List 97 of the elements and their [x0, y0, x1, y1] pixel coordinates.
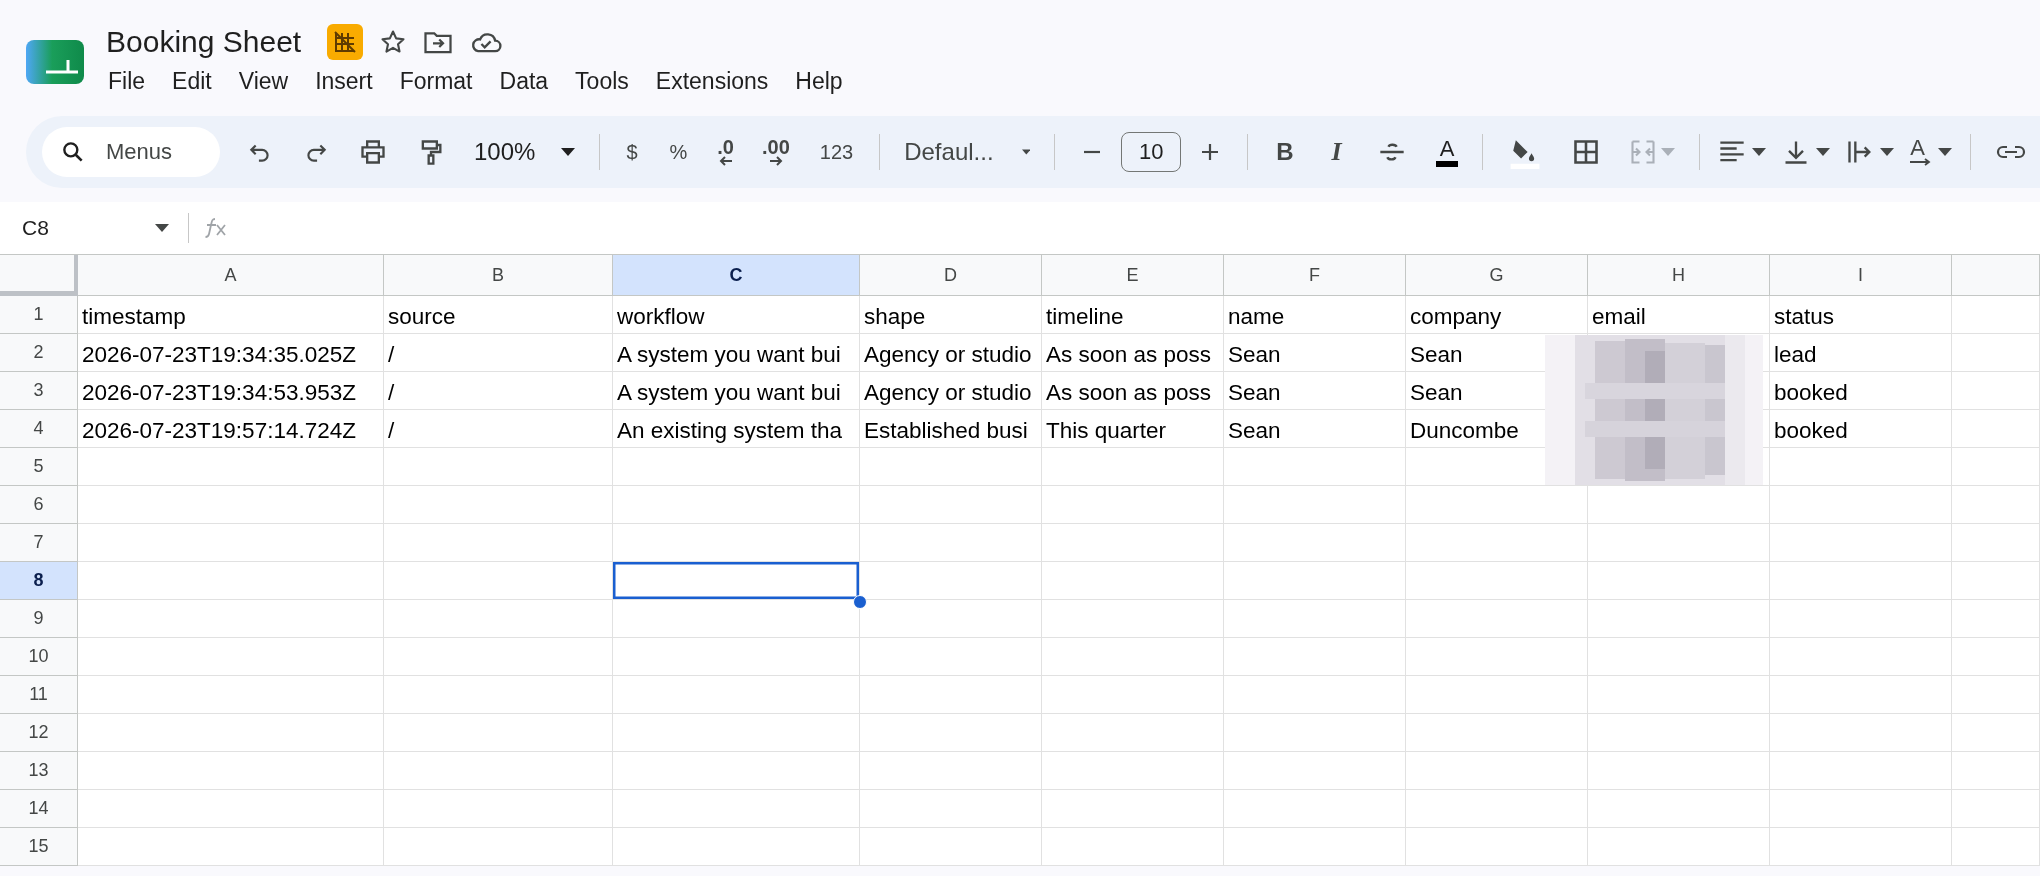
- table-cell: /: [384, 410, 613, 448]
- menu-item[interactable]: Extensions: [655, 68, 769, 95]
- row-header[interactable]: 13: [0, 752, 78, 790]
- table-cell: email: [1588, 296, 1770, 334]
- document-title[interactable]: Booking Sheet: [106, 25, 302, 59]
- table-cell: A system you want bui: [613, 372, 860, 410]
- caret-icon: [561, 148, 576, 156]
- table-cell: timeline: [1042, 296, 1224, 334]
- borders-icon[interactable]: [1572, 138, 1601, 166]
- fill-handle[interactable]: [853, 595, 867, 609]
- row-header[interactable]: 5: [0, 448, 78, 486]
- arrow-icon: [1910, 158, 1933, 166]
- caret-icon: [1752, 148, 1767, 156]
- merge-icon: [1629, 139, 1658, 165]
- table-cell: A system you want bui: [613, 334, 860, 372]
- table-cell: Established busi: [860, 410, 1042, 448]
- table-cell: 2026-07-23T19:34:53.953Z: [78, 372, 384, 410]
- caret-icon: [1021, 148, 1031, 156]
- column-header[interactable]: B: [384, 255, 613, 296]
- table-cell: /: [384, 334, 613, 372]
- caret-icon: [1661, 148, 1676, 156]
- row-header[interactable]: 11: [0, 676, 78, 714]
- font-size-field[interactable]: 10: [1121, 132, 1182, 172]
- caret-icon: [1816, 148, 1831, 156]
- table-cell: Sean: [1224, 372, 1406, 410]
- column-header[interactable]: H: [1588, 255, 1770, 296]
- table-cell: Sean: [1224, 410, 1406, 448]
- row-header[interactable]: 8: [0, 562, 78, 600]
- row-header[interactable]: 6: [0, 486, 78, 524]
- font-dropdown[interactable]: Defaul...: [892, 130, 1043, 174]
- function-icon: [203, 216, 229, 240]
- table-cell: An existing system tha: [613, 410, 860, 448]
- table-cell: lead: [1770, 334, 1952, 372]
- table-cell: Agency or studio: [860, 372, 1042, 410]
- column-header[interactable]: C: [613, 255, 860, 296]
- table-cell: As soon as poss: [1042, 334, 1224, 372]
- decrease-decimals-button[interactable]: .0: [705, 130, 746, 174]
- row-header[interactable]: 2: [0, 334, 78, 372]
- menu-item[interactable]: View: [238, 68, 289, 95]
- caret-icon: [1938, 148, 1953, 156]
- column-header[interactable]: F: [1224, 255, 1406, 296]
- row-header[interactable]: 3: [0, 372, 78, 410]
- menu-item[interactable]: Edit: [172, 68, 212, 95]
- text-color-button[interactable]: A: [1435, 137, 1459, 167]
- arrow-icon: [768, 156, 783, 166]
- table-cell: /: [384, 372, 613, 410]
- table-cell: company: [1406, 296, 1588, 334]
- column-header[interactable]: I: [1770, 255, 1952, 296]
- menu-item[interactable]: Insert: [315, 68, 373, 95]
- increase-decimals-button[interactable]: .00: [750, 130, 802, 174]
- italic-button[interactable]: I: [1313, 130, 1360, 174]
- column-header[interactable]: E: [1042, 255, 1224, 296]
- table-cell: name: [1224, 296, 1406, 334]
- row-header[interactable]: 12: [0, 714, 78, 752]
- table-cell: This quarter: [1042, 410, 1224, 448]
- row-header[interactable]: 1: [0, 296, 78, 334]
- table-cell: Sean: [1224, 334, 1406, 372]
- table-cell: As soon as poss: [1042, 372, 1224, 410]
- table-cell: timestamp: [78, 296, 384, 334]
- selected-cell[interactable]: [613, 562, 860, 600]
- row-header[interactable]: 4: [0, 410, 78, 448]
- table-cell: workflow: [613, 296, 860, 334]
- row-header[interactable]: 14: [0, 790, 78, 828]
- menu-item[interactable]: File: [108, 68, 146, 95]
- row-header[interactable]: 7: [0, 524, 78, 562]
- currency-format-button[interactable]: $: [612, 130, 652, 174]
- text-rotation-dropdown[interactable]: A: [1904, 130, 1959, 174]
- table-cell: source: [384, 296, 613, 334]
- caret-icon[interactable]: [155, 224, 169, 232]
- table-cell: booked: [1770, 372, 1952, 410]
- table-cell: shape: [860, 296, 1042, 334]
- row-header[interactable]: 15: [0, 828, 78, 866]
- menu-item[interactable]: Format: [399, 68, 473, 95]
- table-cell: 2026-07-23T19:34:35.025Z: [78, 334, 384, 372]
- bold-button[interactable]: B: [1260, 130, 1310, 174]
- cell-reference-field[interactable]: C8: [22, 216, 142, 240]
- percent-format-button[interactable]: %: [655, 130, 702, 174]
- no-grid-badge-icon[interactable]: [327, 24, 364, 60]
- table-cell: 2026-07-23T19:57:14.724Z: [78, 410, 384, 448]
- zoom-dropdown[interactable]: 100%: [462, 130, 588, 174]
- row-header[interactable]: 9: [0, 600, 78, 638]
- print-icon[interactable]: [359, 138, 387, 166]
- table-cell: booked: [1770, 410, 1952, 448]
- more-formats-button[interactable]: 123: [805, 130, 868, 174]
- table-cell: Agency or studio: [860, 334, 1042, 372]
- column-header[interactable]: A: [78, 255, 384, 296]
- menu-item[interactable]: Data: [499, 68, 549, 95]
- menu-item[interactable]: Help: [795, 68, 843, 95]
- row-header[interactable]: 10: [0, 638, 78, 676]
- menu-item[interactable]: Tools: [575, 68, 629, 95]
- caret-icon: [1880, 148, 1895, 156]
- menus-search-field[interactable]: Menus: [42, 127, 220, 177]
- table-cell: status: [1770, 296, 1952, 334]
- column-header[interactable]: D: [860, 255, 1042, 296]
- spreadsheet-logo-icon[interactable]: [24, 38, 86, 86]
- column-header[interactable]: G: [1406, 255, 1588, 296]
- arrow-icon: [718, 156, 733, 166]
